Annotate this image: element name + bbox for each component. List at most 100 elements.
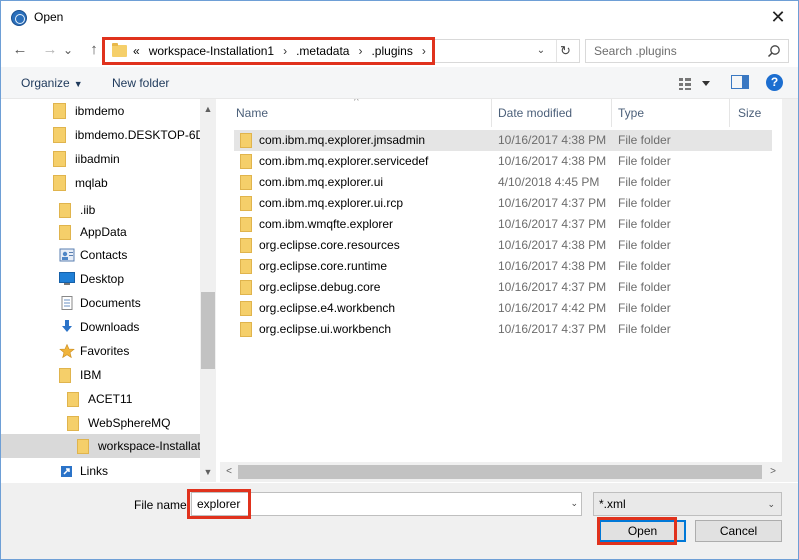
file-row[interactable]: org.eclipse.ui.workbench 10/16/2017 4:37… — [234, 319, 772, 340]
chevron-down-icon: ▼ — [73, 79, 83, 89]
chevron-right-icon[interactable]: › — [358, 44, 362, 58]
file-row[interactable]: org.eclipse.core.runtime 10/16/2017 4:38… — [234, 256, 772, 277]
file-date: 4/10/2018 4:45 PM — [498, 175, 600, 189]
file-date: 10/16/2017 4:38 PM — [498, 154, 607, 168]
open-dialog: Open ✕ ← → ⌄ ↑ « workspace-Installation1… — [0, 0, 799, 560]
file-row[interactable]: com.ibm.mq.explorer.ui.rcp 10/16/2017 4:… — [234, 193, 772, 214]
tree-item-contacts[interactable]: Contacts — [1, 243, 200, 267]
breadcrumb-item-metadata[interactable]: .metadata — [296, 44, 349, 58]
file-type: File folder — [618, 280, 671, 294]
folder-icon — [240, 196, 252, 211]
tree-item-appdata[interactable]: AppData — [1, 220, 200, 244]
address-bar[interactable]: « workspace-Installation1 › .metadata › … — [104, 39, 580, 63]
search-input[interactable] — [586, 40, 764, 62]
recent-locations-button[interactable]: ⌄ — [61, 39, 75, 61]
organize-button[interactable]: Organize ▼ — [21, 76, 83, 90]
breadcrumb-item-plugins[interactable]: .plugins — [371, 44, 412, 58]
dialog-footer: File name: ⌄ *.xml ⌄ Open Cancel — [1, 483, 798, 559]
file-date: 10/16/2017 4:38 PM — [498, 259, 607, 273]
tree-item-label: Links — [80, 464, 109, 478]
tree-item-ibmdemo-desktop[interactable]: ibmdemo.DESKTOP-6DS — [1, 123, 212, 147]
chevron-right-icon[interactable]: › — [283, 44, 287, 58]
file-row[interactable]: com.ibm.mq.explorer.servicedef 10/16/201… — [234, 151, 772, 172]
tree-item-favorites[interactable]: Favorites — [1, 339, 200, 363]
close-button[interactable]: ✕ — [764, 4, 792, 30]
folder-icon — [59, 202, 71, 218]
tree-item-ibm[interactable]: IBM — [1, 363, 200, 387]
tree-item-links[interactable]: Links — [1, 459, 200, 482]
new-folder-button[interactable]: New folder — [112, 76, 169, 90]
tree-item-iib[interactable]: .iib — [1, 198, 200, 222]
chevron-down-icon[interactable]: ⌄ — [570, 498, 578, 509]
tree-item-downloads[interactable]: Downloads — [1, 315, 200, 339]
file-date: 10/16/2017 4:38 PM — [498, 133, 607, 147]
file-row[interactable]: com.ibm.mq.explorer.ui 4/10/2018 4:45 PM… — [234, 172, 772, 193]
scroll-down-icon[interactable]: ▼ — [200, 464, 216, 480]
file-row[interactable]: com.ibm.wmqfte.explorer 10/16/2017 4:37 … — [234, 214, 772, 235]
tree-scrollbar[interactable]: ▲ ▼ — [200, 99, 216, 482]
file-row[interactable]: org.eclipse.core.resources 10/16/2017 4:… — [234, 235, 772, 256]
folder-icon — [240, 217, 252, 232]
up-button[interactable]: ↑ — [83, 39, 105, 61]
folder-icon — [53, 103, 66, 119]
scroll-up-icon[interactable]: ▲ — [200, 101, 216, 117]
column-header-date[interactable]: Date modified — [492, 99, 612, 127]
breadcrumb-item-workspace[interactable]: workspace-Installation1 — [149, 44, 274, 58]
file-name-input[interactable] — [192, 493, 562, 515]
file-name: com.ibm.mq.explorer.jmsadmin — [259, 133, 426, 147]
breadcrumb-overflow[interactable]: « — [133, 44, 140, 58]
open-button[interactable]: Open — [599, 520, 686, 542]
column-label: Name — [236, 106, 269, 120]
preview-pane-icon[interactable] — [731, 75, 749, 89]
file-list: ^ Name Date modified Type Size com.ibm.m… — [220, 99, 798, 482]
file-name: com.ibm.mq.explorer.ui — [259, 175, 384, 189]
tree-item-label: .iib — [80, 203, 96, 217]
tree-item-ibmdemo[interactable]: ibmdemo — [1, 99, 200, 123]
file-name: com.ibm.mq.explorer.servicedef — [259, 154, 429, 168]
tree-item-label: ibmdemo — [75, 104, 125, 118]
folder-icon — [240, 175, 252, 190]
column-header-name[interactable]: ^ Name — [220, 99, 492, 127]
scroll-right-icon[interactable]: > — [764, 462, 782, 482]
navigation-bar: ← → ⌄ ↑ « workspace-Installation1 › .met… — [1, 35, 798, 65]
cancel-button[interactable]: Cancel — [695, 520, 782, 542]
tree-item-label: WebSphereMQ — [88, 416, 171, 430]
folder-icon — [240, 259, 252, 274]
help-icon[interactable]: ? — [766, 74, 783, 91]
folder-icon — [112, 43, 127, 57]
change-view-icon[interactable] — [677, 75, 711, 91]
folder-icon — [67, 391, 79, 407]
tree-item-acet11[interactable]: ACET11 — [1, 387, 200, 411]
back-button[interactable]: ← — [9, 39, 31, 61]
file-row[interactable]: com.ibm.mq.explorer.jmsadmin 10/16/2017 … — [234, 130, 772, 151]
scroll-thumb[interactable] — [201, 292, 215, 369]
tree-item-workspace-installation[interactable]: workspace-Installat — [1, 434, 201, 458]
favorites-icon — [59, 344, 75, 358]
file-type-select[interactable]: *.xml ⌄ — [593, 492, 782, 516]
file-list-vertical-scrollbar[interactable] — [782, 99, 798, 482]
search-icon[interactable] — [767, 44, 781, 58]
refresh-button[interactable]: ↻ — [556, 40, 574, 62]
tree-item-documents[interactable]: Documents — [1, 291, 200, 315]
tree-item-desktop[interactable]: Desktop — [1, 267, 200, 291]
tree-item-label: IBM — [80, 368, 102, 382]
file-type-value: *.xml — [599, 497, 626, 511]
chevron-right-icon[interactable]: › — [422, 44, 426, 58]
tree-item-label: ACET11 — [88, 392, 133, 406]
file-row[interactable]: org.eclipse.e4.workbench 10/16/2017 4:42… — [234, 298, 772, 319]
folder-icon — [59, 367, 71, 383]
tree-item-iibadmin[interactable]: iibadmin — [1, 147, 200, 171]
tree-item-webspheremq[interactable]: WebSphereMQ — [1, 411, 200, 435]
scroll-thumb[interactable] — [238, 465, 762, 479]
folder-icon — [59, 224, 71, 240]
scroll-left-icon[interactable]: < — [220, 462, 238, 482]
tree-item-label: Downloads — [80, 320, 140, 334]
address-dropdown-button[interactable]: ⌄ — [532, 40, 550, 62]
file-row[interactable]: org.eclipse.debug.core 10/16/2017 4:37 P… — [234, 277, 772, 298]
tree-item-label: AppData — [80, 225, 127, 239]
tree-item-mqlab[interactable]: mqlab — [1, 171, 200, 195]
forward-button[interactable]: → — [39, 39, 61, 61]
file-list-horizontal-scrollbar[interactable]: < > — [220, 462, 782, 482]
column-header-type[interactable]: Type — [612, 99, 730, 127]
file-type: File folder — [618, 322, 671, 336]
